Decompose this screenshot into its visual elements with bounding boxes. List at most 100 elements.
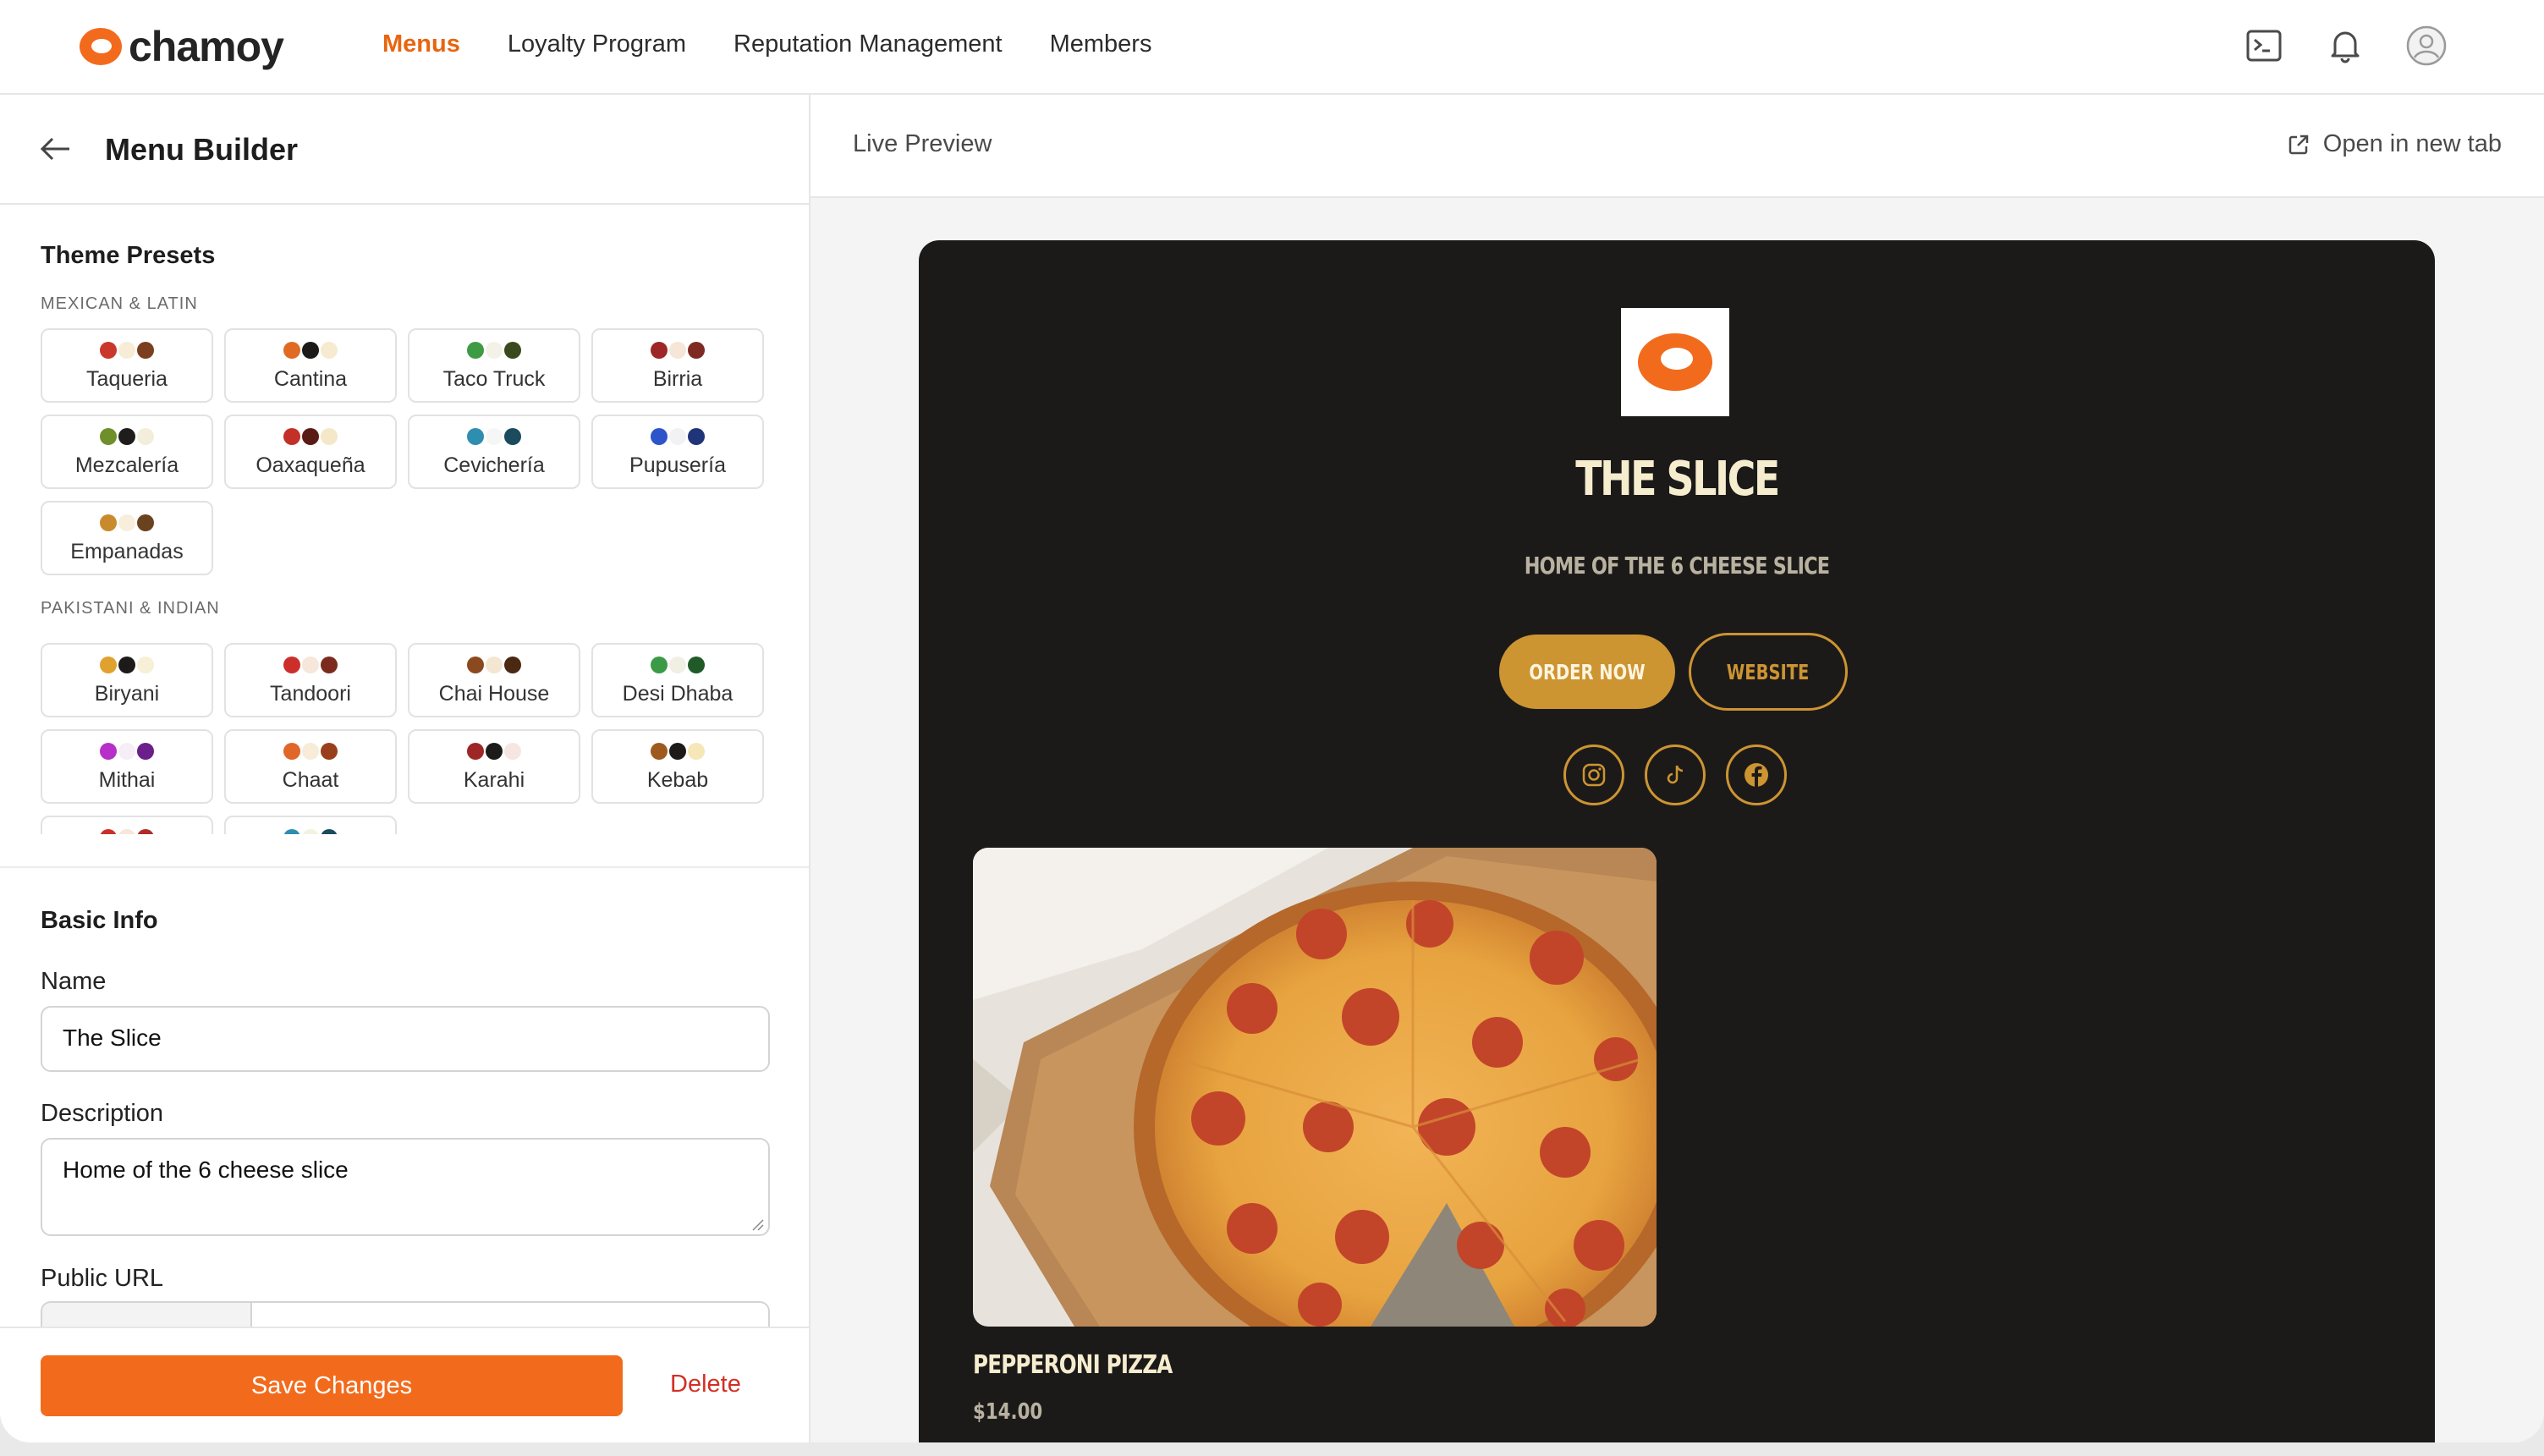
preset-cevicher-a[interactable]: Cevichería xyxy=(408,415,580,489)
back-arrow-icon[interactable] xyxy=(39,135,73,162)
preset-swatches xyxy=(42,342,212,359)
preset-swatches xyxy=(42,428,212,445)
preset-desi-dhaba[interactable]: Desi Dhaba xyxy=(591,643,764,717)
preset-birria[interactable]: Birria xyxy=(591,328,764,403)
color-swatch xyxy=(283,342,300,359)
color-swatch xyxy=(651,342,668,359)
color-swatch xyxy=(137,428,154,445)
preset-kebab[interactable]: Kebab xyxy=(591,729,764,804)
save-changes-button[interactable]: Save Changes xyxy=(41,1355,623,1416)
preset-swatches xyxy=(42,514,212,531)
color-swatch xyxy=(302,743,319,760)
order-now-button[interactable]: ORDER NOW xyxy=(1499,635,1675,709)
nav-reputation-management[interactable]: Reputation Management xyxy=(734,30,1003,58)
tiktok-button[interactable] xyxy=(1645,744,1706,805)
external-link-icon xyxy=(2289,135,2309,154)
preset-chai-house[interactable]: Chai House xyxy=(408,643,580,717)
preset-pupuser-a[interactable]: Pupusería xyxy=(591,415,764,489)
terminal-icon[interactable] xyxy=(2245,27,2283,64)
preset-cantina[interactable]: Cantina xyxy=(224,328,397,403)
bell-icon[interactable] xyxy=(2327,27,2364,64)
preset-unnamed[interactable] xyxy=(224,816,397,834)
pizza-image xyxy=(973,848,1657,1327)
delete-button[interactable]: Delete xyxy=(670,1371,741,1398)
form-footer: Save Changes Delete xyxy=(0,1327,809,1442)
color-swatch xyxy=(118,342,135,359)
preset-label: Oaxaqueña xyxy=(255,453,365,477)
preset-biryani[interactable]: Biryani xyxy=(41,643,213,717)
instagram-button[interactable] xyxy=(1563,744,1624,805)
nav-members[interactable]: Members xyxy=(1050,30,1152,58)
color-swatch xyxy=(486,743,503,760)
color-swatch xyxy=(321,829,338,834)
nav-links: Menus Loyalty Program Reputation Managem… xyxy=(382,30,1151,58)
color-swatch xyxy=(669,428,686,445)
preset-swatches xyxy=(593,657,762,673)
preset-karahi[interactable]: Karahi xyxy=(408,729,580,804)
app-window: chamoy Menus Loyalty Program Reputation … xyxy=(0,0,2544,1442)
facebook-icon xyxy=(1745,763,1768,787)
color-swatch xyxy=(321,428,338,445)
color-swatch xyxy=(283,428,300,445)
tiktok-icon xyxy=(1667,765,1684,784)
preset-label: Karahi xyxy=(463,768,525,792)
name-field[interactable]: The Slice xyxy=(41,1006,770,1072)
preset-swatches xyxy=(226,829,395,834)
preset-chaat[interactable]: Chaat xyxy=(224,729,397,804)
color-swatch xyxy=(100,829,117,834)
preset-label: Biryani xyxy=(94,682,160,706)
preset-unnamed[interactable] xyxy=(41,816,213,834)
preset-taco-truck[interactable]: Taco Truck xyxy=(408,328,580,403)
instagram-icon xyxy=(1582,763,1606,787)
nav-menus[interactable]: Menus xyxy=(382,30,460,58)
color-swatch xyxy=(283,657,300,673)
color-swatch xyxy=(651,743,668,760)
preset-swatches xyxy=(42,657,212,673)
color-swatch xyxy=(467,342,484,359)
avatar-icon[interactable] xyxy=(2406,25,2447,66)
pepperoni-pizza-photo xyxy=(973,848,1657,1327)
preset-label: Birria xyxy=(652,367,703,391)
preset-taqueria[interactable]: Taqueria xyxy=(41,328,213,403)
page-title: Menu Builder xyxy=(105,132,299,167)
menu-preview: THE SLICE HOME OF THE 6 CHEESE SLICE ORD… xyxy=(919,240,2435,1442)
resize-handle-icon[interactable] xyxy=(751,1218,765,1232)
color-swatch xyxy=(688,342,705,359)
color-swatch xyxy=(321,743,338,760)
preset-empanadas[interactable]: Empanadas xyxy=(41,501,213,575)
restaurant-logo-icon xyxy=(1638,333,1712,391)
logo[interactable]: chamoy xyxy=(80,22,284,71)
preset-swatches xyxy=(409,743,579,760)
description-field[interactable]: Home of the 6 cheese slice xyxy=(41,1138,770,1236)
color-swatch xyxy=(651,428,668,445)
menu-item-price: $14.00 xyxy=(973,1399,1043,1425)
preset-tandoori[interactable]: Tandoori xyxy=(224,643,397,717)
color-swatch xyxy=(688,743,705,760)
panel-header: Menu Builder xyxy=(0,95,809,205)
facebook-button[interactable] xyxy=(1726,744,1787,805)
group-label-mexican: MEXICAN & LATIN xyxy=(41,294,198,313)
preset-label: Chai House xyxy=(438,682,550,706)
group-label-pakistani: PAKISTANI & INDIAN xyxy=(41,599,220,618)
preset-oaxaque-a[interactable]: Oaxaqueña xyxy=(224,415,397,489)
color-swatch xyxy=(118,428,135,445)
preset-swatches xyxy=(593,428,762,445)
color-swatch xyxy=(651,657,668,673)
restaurant-logo xyxy=(1621,308,1729,416)
color-swatch xyxy=(302,829,319,834)
top-nav: chamoy Menus Loyalty Program Reputation … xyxy=(0,0,2544,95)
color-swatch xyxy=(100,657,117,673)
nav-loyalty-program[interactable]: Loyalty Program xyxy=(508,30,686,58)
color-swatch xyxy=(467,657,484,673)
preset-mithai[interactable]: Mithai xyxy=(41,729,213,804)
preset-mezcaler-a[interactable]: Mezcalería xyxy=(41,415,213,489)
color-swatch xyxy=(118,514,135,531)
open-in-new-tab-link[interactable]: Open in new tab xyxy=(2288,130,2502,158)
open-in-new-tab-label: Open in new tab xyxy=(2322,130,2502,157)
website-button[interactable]: WEBSITE xyxy=(1689,633,1848,711)
color-swatch xyxy=(137,514,154,531)
website-label: WEBSITE xyxy=(1727,659,1810,684)
menu-item-name: PEPPERONI PIZZA xyxy=(973,1350,1173,1380)
color-swatch xyxy=(504,657,521,673)
preset-swatches xyxy=(42,829,212,834)
